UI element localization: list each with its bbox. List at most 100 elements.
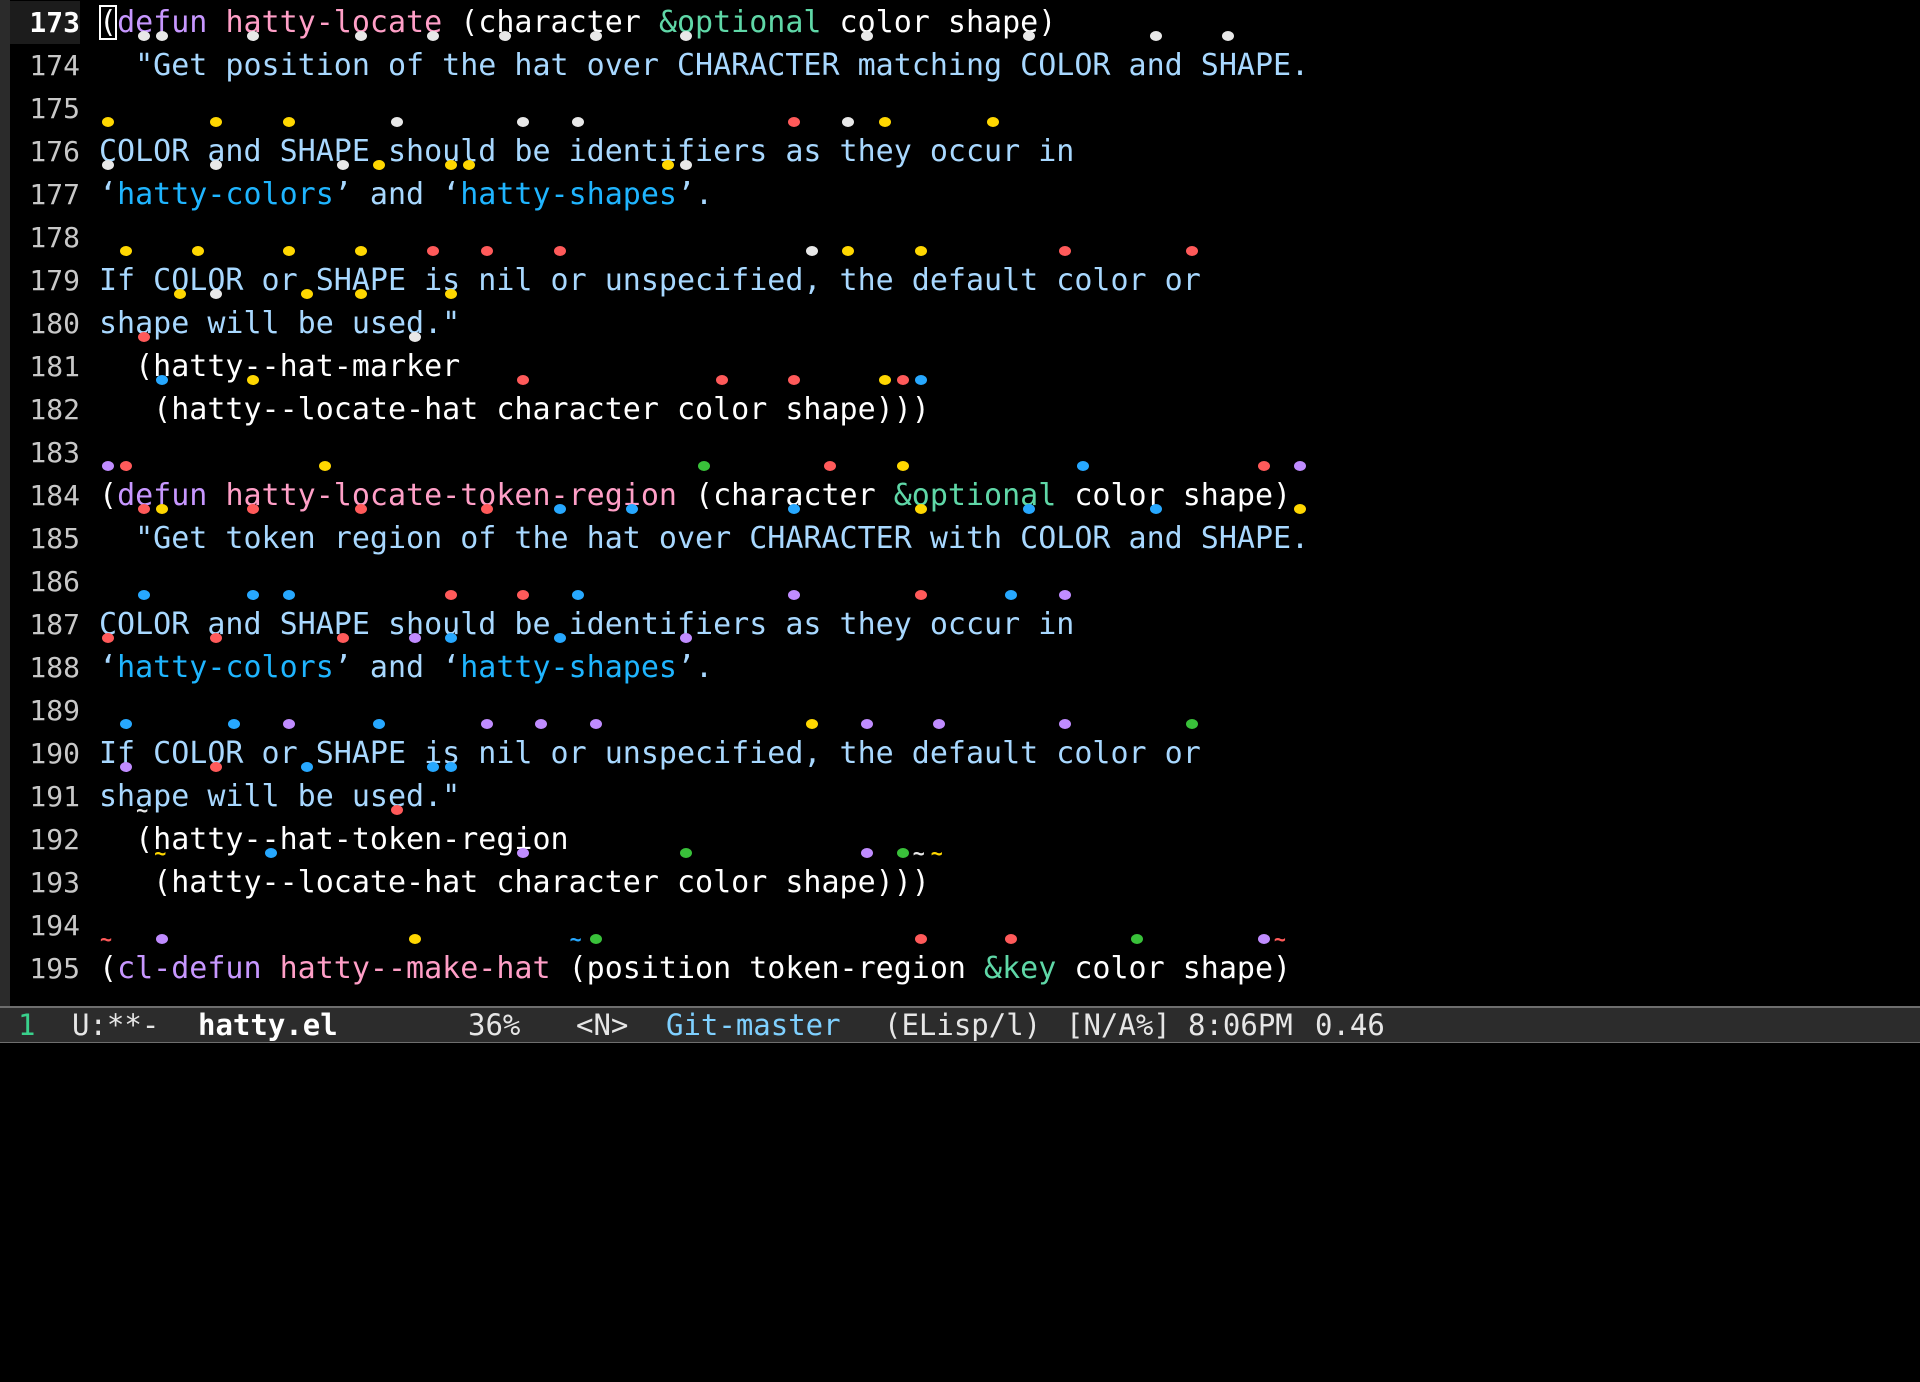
code-line[interactable]: 195 (cl-defun hatty--make-hat (position t… bbox=[0, 947, 1920, 990]
code-line[interactable]: 191 shape will be used." bbox=[0, 775, 1920, 818]
line-number: 185 bbox=[29, 522, 80, 555]
line-number: 193 bbox=[29, 866, 80, 899]
hat-dot-marker bbox=[661, 160, 674, 170]
docstring-token: COLOR and SHAPE should be identifiers as… bbox=[99, 607, 1075, 642]
hat-dot-marker bbox=[553, 633, 566, 643]
line-number: 173 bbox=[10, 1, 80, 44]
code-text: (hatty--locate-hat character color shape… bbox=[99, 861, 930, 904]
code-line[interactable]: 182 (hatty--locate-hat character color s… bbox=[0, 388, 1920, 431]
line-number: 189 bbox=[29, 694, 80, 727]
hat-dot-marker bbox=[102, 117, 115, 127]
code-token: (character bbox=[676, 478, 894, 513]
hat-dot-marker bbox=[589, 719, 602, 729]
hat-wiggle-marker: ~ bbox=[930, 841, 943, 865]
code-line[interactable]: 177 ‘hatty-colors’ and ‘hatty-shapes’. bbox=[0, 173, 1920, 216]
hat-dot-marker bbox=[589, 934, 602, 944]
line-number: 180 bbox=[29, 307, 80, 340]
code-line[interactable]: 179 If COLOR or SHAPE is nil or unspecifi… bbox=[0, 259, 1920, 302]
hat-dot-marker bbox=[390, 805, 403, 815]
code-text: (defun hatty-locate-token-region (charac… bbox=[99, 474, 1291, 517]
code-text: (defun hatty-locate (character &optional… bbox=[99, 1, 1056, 44]
hat-dot-marker bbox=[1005, 590, 1018, 600]
hat-dot-marker bbox=[914, 246, 927, 256]
code-token: color shape) bbox=[1056, 478, 1292, 513]
function-name-token: hatty-locate-token-region bbox=[225, 478, 677, 513]
hat-dot-marker bbox=[246, 590, 259, 600]
hat-dot-marker bbox=[698, 461, 710, 471]
hat-dot-marker bbox=[679, 848, 692, 858]
hat-dot-marker bbox=[878, 117, 891, 127]
code-text: (hatty--hat-marker bbox=[99, 345, 460, 388]
code-text: (cl-defun hatty--make-hat (position toke… bbox=[99, 947, 1291, 990]
code-line[interactable]: 183 bbox=[0, 431, 1920, 474]
code-line[interactable]: 187 COLOR and SHAPE should be identifiers… bbox=[0, 603, 1920, 646]
docstring-token: "Get token region of the hat over CHARAC… bbox=[99, 521, 1310, 556]
code-line[interactable]: 174 "Get position of the hat over CHARAC… bbox=[0, 44, 1920, 87]
docstring-token: "Get position of the hat over CHARACTER … bbox=[99, 48, 1310, 83]
line-number: 176 bbox=[29, 135, 80, 168]
buffer-name[interactable]: hatty.el bbox=[198, 1008, 338, 1042]
code-line[interactable]: 185 "Get token region of the hat over CH… bbox=[0, 517, 1920, 560]
code-line[interactable]: 176 COLOR and SHAPE should be identifiers… bbox=[0, 130, 1920, 173]
docstring-token: COLOR and SHAPE should be identifiers as… bbox=[99, 134, 1075, 169]
docstring-token: ‘ bbox=[99, 650, 118, 685]
hat-dot-marker bbox=[246, 504, 259, 514]
code-line[interactable]: 184 (defun hatty-locate-token-region (cha… bbox=[0, 474, 1920, 517]
code-line[interactable]: 190 If COLOR or SHAPE is nil or unspecifi… bbox=[0, 732, 1920, 775]
lambda-keyword-token: &key bbox=[984, 951, 1057, 986]
code-line[interactable]: 194 bbox=[0, 904, 1920, 947]
line-number: 187 bbox=[29, 608, 80, 641]
hat-dot-marker bbox=[282, 246, 295, 256]
hat-dot-marker bbox=[571, 117, 584, 127]
hat-dot-marker bbox=[390, 117, 403, 127]
code-text: If COLOR or SHAPE is nil or unspecified,… bbox=[99, 732, 1201, 775]
hat-dot-marker bbox=[860, 719, 873, 729]
hat-dot-marker bbox=[716, 375, 729, 385]
docstring-token: ’. bbox=[677, 650, 714, 685]
code-token: (position token-region bbox=[550, 951, 985, 986]
battery-status: [N/A%] bbox=[1066, 1008, 1171, 1042]
code-text: ‘hatty-colors’ and ‘hatty-shapes’. bbox=[99, 173, 713, 216]
hat-wiggle-marker: ~ bbox=[154, 841, 167, 865]
hat-dot-marker bbox=[1023, 504, 1036, 514]
hat-dot-marker bbox=[354, 504, 367, 514]
docstring-token: If COLOR or SHAPE is nil or unspecified,… bbox=[99, 263, 1201, 298]
code-line[interactable]: 173 (defun hatty-locate (character &optio… bbox=[0, 1, 1920, 44]
hat-dot-marker bbox=[354, 246, 367, 256]
hat-dot-marker bbox=[914, 375, 927, 385]
line-number: 190 bbox=[29, 737, 80, 770]
line-number: 183 bbox=[29, 436, 80, 469]
code-token: (hatty--hat-token-region bbox=[99, 822, 569, 857]
clock: 8:06PM bbox=[1188, 1008, 1293, 1042]
hat-dot-marker bbox=[589, 31, 602, 41]
docstring-token: ‘ bbox=[99, 177, 118, 212]
hat-dot-marker bbox=[120, 461, 133, 471]
editor-buffer[interactable]: 173 (defun hatty-locate (character &optio… bbox=[0, 0, 1920, 1006]
hat-dot-marker bbox=[896, 848, 909, 858]
text-cursor: ( bbox=[99, 5, 118, 40]
hat-dot-marker bbox=[553, 504, 566, 514]
hat-dot-marker bbox=[246, 31, 259, 41]
code-line[interactable]: 193 (hatty--locate-hat character color s… bbox=[0, 861, 1920, 904]
code-line[interactable]: 180 shape will be used." bbox=[0, 302, 1920, 345]
hat-dot-marker bbox=[860, 31, 873, 41]
hat-dot-marker bbox=[102, 160, 115, 170]
code-line[interactable]: 181 (hatty--hat-marker bbox=[0, 345, 1920, 388]
hat-dot-marker bbox=[1149, 504, 1162, 514]
docstring-token: shape will be used." bbox=[99, 779, 461, 814]
hat-dot-marker bbox=[932, 719, 945, 729]
major-mode[interactable]: (ELisp/l) bbox=[884, 1008, 1041, 1042]
code-token: (character bbox=[442, 5, 659, 40]
hat-wiggle-marker: ~ bbox=[912, 841, 925, 865]
symbol-reference-token: hatty-colors bbox=[117, 650, 334, 685]
vc-branch[interactable]: Git-master bbox=[666, 1008, 841, 1042]
code-token: (hatty--locate-hat character color shape… bbox=[99, 865, 930, 900]
docstring-token: shape will be used." bbox=[99, 306, 461, 341]
code-line[interactable]: 192 (hatty--hat-token-region bbox=[0, 818, 1920, 861]
minibuffer[interactable] bbox=[0, 1043, 1920, 1080]
hat-dot-marker bbox=[553, 246, 566, 256]
code-token: color shape) bbox=[1056, 951, 1292, 986]
hat-dot-marker bbox=[372, 719, 385, 729]
code-line[interactable]: 188 ‘hatty-colors’ and ‘hatty-shapes’. bbox=[0, 646, 1920, 689]
